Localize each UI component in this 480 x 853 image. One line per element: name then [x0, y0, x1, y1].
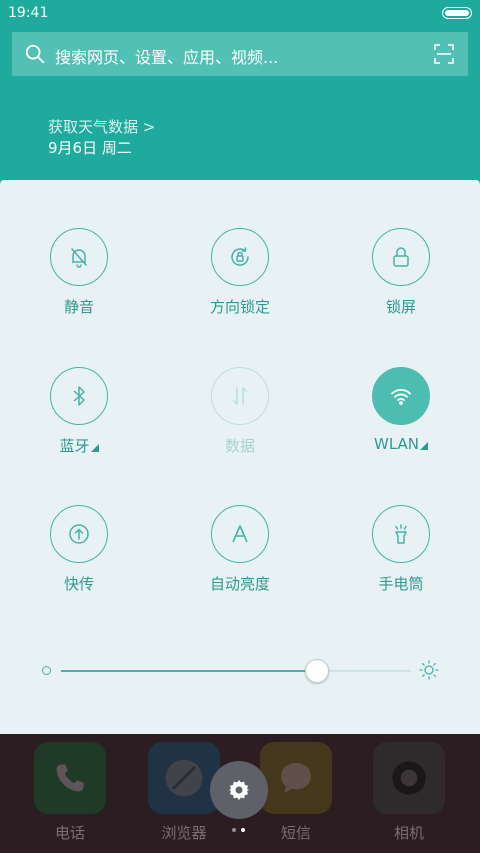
bell-off-icon — [71, 248, 87, 268]
status-time: 19:41 — [8, 5, 49, 21]
tile-label: 蓝牙 — [19, 435, 139, 456]
gear-icon — [229, 780, 249, 800]
camera-icon — [392, 761, 426, 795]
auto-brightness-icon — [232, 525, 248, 543]
app-camera[interactable]: 相机 — [373, 742, 445, 843]
page-indicator — [232, 828, 252, 834]
sms-icon — [281, 763, 311, 793]
tile-rotation-lock[interactable]: 方向锁定 — [180, 228, 300, 317]
lock-icon — [393, 247, 409, 267]
tile-label: 锁屏 — [385, 298, 416, 316]
brightness-low-icon — [42, 666, 51, 675]
settings-button[interactable] — [210, 761, 268, 819]
date-label: 9月6日 周二 — [48, 139, 132, 157]
notification-header: 19:41 搜索网页、设置、应用、视频... 获取天气数据 > 9月6日 周二 — [0, 0, 480, 182]
app-label: 短信 — [280, 824, 311, 842]
phone-icon — [56, 764, 84, 792]
browser-icon — [165, 759, 203, 797]
bluetooth-icon — [73, 386, 85, 406]
weather-link[interactable]: 获取天气数据 > — [48, 116, 155, 137]
tile-label: 数据 — [224, 437, 255, 455]
mobile-data-icon — [233, 387, 247, 405]
search-placeholder: 搜索网页、设置、应用、视频... — [55, 48, 279, 67]
wifi-icon — [391, 389, 411, 405]
app-label: 电话 — [54, 824, 85, 842]
battery-icon — [442, 7, 472, 19]
tile-label: 手电筒 — [378, 575, 424, 593]
app-phone[interactable]: 电话 — [34, 742, 106, 843]
tile-mobile-data[interactable]: 数据 — [180, 367, 300, 456]
tile-label: 静音 — [63, 298, 94, 316]
tile-bluetooth[interactable]: 蓝牙 — [19, 367, 139, 456]
tile-mute[interactable]: 静音 — [19, 228, 139, 317]
brightness-slider-fill — [61, 670, 317, 672]
brightness-slider-thumb[interactable] — [305, 659, 329, 683]
brightness-high-icon — [419, 660, 439, 680]
quick-settings-panel: 静音 方向锁定 锁屏 蓝牙 数据 WLAN 快传 自动亮度 手电筒 — [0, 180, 480, 734]
menu-triangle-icon — [90, 444, 99, 452]
tile-lock-screen[interactable]: 锁屏 — [341, 228, 461, 317]
tile-wlan[interactable]: WLAN — [341, 367, 461, 453]
tile-flashlight[interactable]: 手电筒 — [341, 505, 461, 594]
app-label: 相机 — [393, 824, 424, 842]
scan-icon[interactable] — [434, 44, 454, 64]
tile-label: 自动亮度 — [209, 575, 270, 593]
tile-quick-transfer[interactable]: 快传 — [19, 505, 139, 594]
tile-auto-brightness[interactable]: 自动亮度 — [180, 505, 300, 594]
tile-label: WLAN — [341, 435, 461, 453]
flashlight-icon — [395, 524, 407, 544]
app-label: 浏览器 — [161, 824, 207, 842]
search-icon — [25, 44, 45, 64]
search-bar[interactable]: 搜索网页、设置、应用、视频... — [12, 32, 468, 76]
menu-triangle-icon — [420, 442, 428, 450]
app-sms[interactable]: 短信 — [260, 742, 332, 843]
tile-label: 方向锁定 — [209, 298, 270, 316]
rotation-lock-icon — [231, 247, 249, 266]
transfer-icon — [69, 524, 89, 544]
tile-label: 快传 — [63, 575, 94, 593]
brightness-slider[interactable] — [61, 670, 411, 672]
